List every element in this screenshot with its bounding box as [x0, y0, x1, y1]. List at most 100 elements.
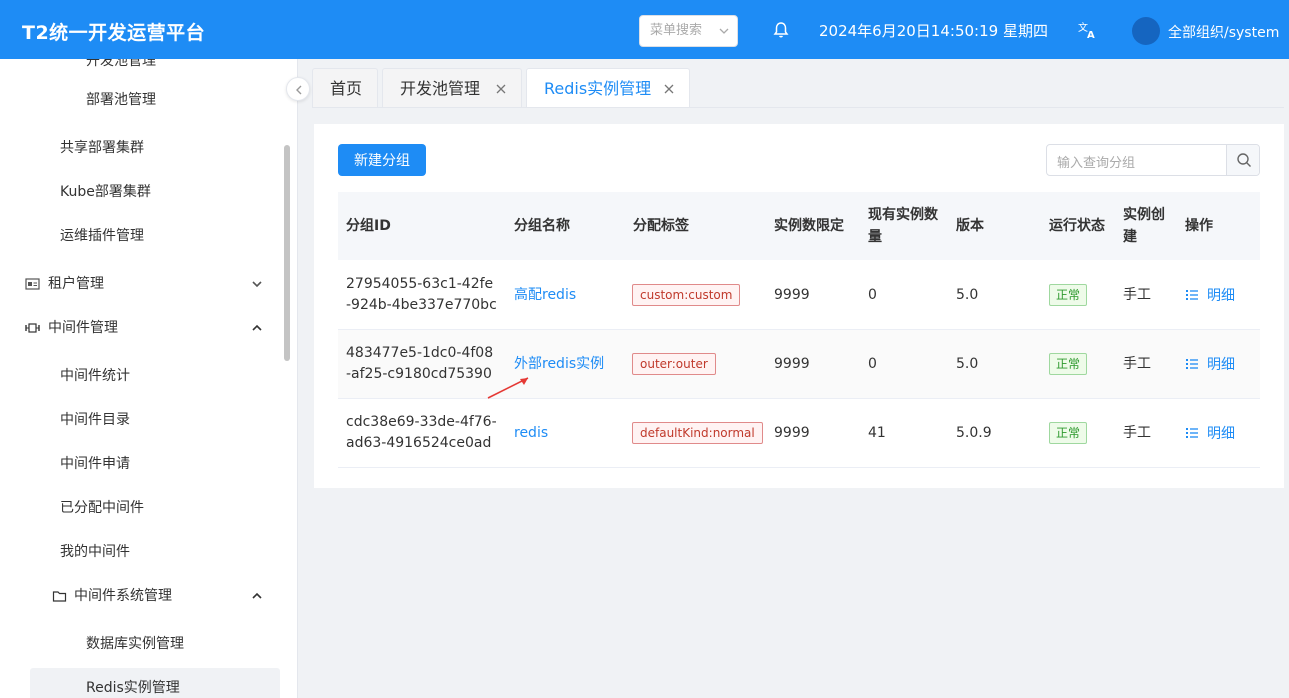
- sidebar-item-label: 中间件目录: [60, 412, 130, 428]
- sidebar-item-my-middleware[interactable]: 我的中间件: [0, 532, 280, 572]
- search-icon: [1237, 153, 1251, 167]
- close-icon[interactable]: [663, 83, 675, 95]
- tab-divider: [312, 107, 1284, 108]
- tab-dev-pool[interactable]: 开发池管理: [382, 68, 522, 108]
- table-row: 27954055-63c1-42fe-924b-4be337e770bc 高配r…: [338, 261, 1260, 330]
- group-search[interactable]: 输入查询分组: [1046, 144, 1260, 176]
- search-button[interactable]: [1226, 145, 1259, 175]
- tab-home[interactable]: 首页: [312, 68, 378, 108]
- sidebar-item-middleware-catalog[interactable]: 中间件目录: [0, 400, 280, 440]
- chevron-up-icon: [252, 592, 262, 599]
- app-title: T2统一开发运营平台: [22, 22, 206, 44]
- sidebar-item-redis-instance[interactable]: Redis实例管理: [30, 668, 280, 698]
- sidebar-item-middleware[interactable]: 中间件管理: [0, 308, 280, 348]
- sidebar-item-label: 开发池管理: [86, 59, 156, 69]
- col-header-id: 分组ID: [346, 218, 391, 234]
- sidebar-item-label: Kube部署集群: [60, 184, 151, 200]
- sidebar-item-dev-pool[interactable]: 开发池管理: [0, 59, 280, 81]
- sidebar-item-middleware-system[interactable]: 中间件系统管理: [0, 576, 280, 616]
- sidebar-item-label: 中间件管理: [48, 320, 118, 336]
- detail-label: 明细: [1207, 357, 1235, 373]
- table-header: 分组ID 分组名称 分配标签 实例数限定 现有实例数量 版本 运行状态 实例创建…: [338, 192, 1260, 260]
- cell-limit: 9999: [774, 356, 810, 372]
- current-datetime: 2024年6月20日14:50:19 星期四: [819, 22, 1048, 40]
- sidebar-item-shared-cluster[interactable]: 共享部署集群: [0, 128, 280, 168]
- detail-label: 明细: [1207, 288, 1235, 304]
- sidebar-item-ops-plugin[interactable]: 运维插件管理: [0, 216, 280, 256]
- list-icon: [1186, 428, 1198, 438]
- col-header-count: 现有实例数量: [868, 207, 938, 245]
- table-row: cdc38e69-33de-4f76-ad63-4916524ce0ad red…: [338, 399, 1260, 468]
- col-header-create: 实例创建: [1123, 207, 1165, 245]
- table-row: 483477e5-1dc0-4f08-af25-c9180cd75390 外部r…: [338, 330, 1260, 399]
- col-header-name: 分组名称: [514, 218, 570, 234]
- cell-version: 5.0: [956, 356, 979, 372]
- cell-limit: 9999: [774, 425, 810, 441]
- cell-limit: 9999: [774, 287, 810, 303]
- detail-button[interactable]: 明细: [1185, 285, 1245, 306]
- sidebar-item-label: 我的中间件: [60, 544, 130, 560]
- sidebar-item-label: 部署池管理: [86, 92, 156, 108]
- menu-search-select[interactable]: 菜单搜索: [639, 15, 738, 47]
- sidebar-item-kube-cluster[interactable]: Kube部署集群: [0, 172, 280, 212]
- detail-label: 明细: [1207, 426, 1235, 442]
- sidebar-item-label: 已分配中间件: [60, 500, 144, 516]
- cell-create: 手工: [1123, 287, 1151, 303]
- sidebar-item-label: Redis实例管理: [86, 680, 180, 696]
- status-badge: 正常: [1049, 422, 1088, 444]
- sidebar-item-tenant[interactable]: 租户管理: [0, 264, 280, 304]
- cell-group-id: 27954055-63c1-42fe-924b-4be337e770bc: [346, 276, 497, 313]
- tab-label: 首页: [330, 79, 363, 98]
- cell-group-name-link[interactable]: 高配redis: [514, 285, 576, 306]
- cell-count: 41: [868, 425, 886, 441]
- new-group-button[interactable]: 新建分组: [338, 144, 426, 176]
- sidebar-item-deploy-pool[interactable]: 部署池管理: [0, 80, 280, 120]
- col-header-tag: 分配标签: [633, 218, 689, 234]
- translate-icon[interactable]: 文A: [1077, 20, 1097, 40]
- folder-icon: [52, 591, 67, 602]
- chevron-down-icon: [719, 28, 729, 34]
- sidebar-item-allocated-middleware[interactable]: 已分配中间件: [0, 488, 280, 528]
- list-icon: [1186, 290, 1198, 300]
- status-badge: 正常: [1049, 353, 1088, 375]
- sidebar-item-db-instance[interactable]: 数据库实例管理: [0, 624, 280, 664]
- cell-group-name-link[interactable]: redis: [514, 423, 548, 444]
- sidebar-item-label: 租户管理: [48, 276, 104, 292]
- avatar[interactable]: [1132, 17, 1160, 45]
- col-header-op: 操作: [1185, 218, 1213, 234]
- list-icon: [1186, 359, 1198, 369]
- sidebar-item-label: 中间件系统管理: [74, 588, 172, 604]
- close-icon[interactable]: [495, 83, 507, 95]
- chevron-up-icon: [252, 324, 262, 331]
- cell-create: 手工: [1123, 356, 1151, 372]
- col-header-limit: 实例数限定: [774, 218, 844, 234]
- menu-search-placeholder: 菜单搜索: [650, 23, 703, 38]
- sidebar-item-label: 共享部署集群: [60, 140, 144, 156]
- chevron-left-icon: [296, 85, 302, 95]
- sidebar-item-middleware-stats[interactable]: 中间件统计: [0, 356, 280, 396]
- user-org-label[interactable]: 全部组织/system: [1168, 22, 1279, 42]
- cell-tag: outer:outer: [632, 353, 716, 375]
- cell-tag: custom:custom: [632, 284, 741, 306]
- main-card: 新建分组 输入查询分组 分组ID 分组名称 分配标签 实例数限定 现有实例数量 …: [314, 124, 1284, 488]
- top-header: T2统一开发运营平台 菜单搜索 2024年6月20日14:50:19 星期四 文…: [0, 0, 1289, 59]
- cell-create: 手工: [1123, 425, 1151, 441]
- tab-redis-instance[interactable]: Redis实例管理: [526, 68, 690, 108]
- detail-button[interactable]: 明细: [1185, 354, 1245, 375]
- sidebar-item-label: 数据库实例管理: [86, 636, 184, 652]
- sidebar-item-label: 中间件申请: [60, 456, 130, 472]
- col-header-status: 运行状态: [1049, 218, 1105, 234]
- group-search-input[interactable]: 输入查询分组: [1057, 152, 1135, 171]
- sidebar-item-middleware-request[interactable]: 中间件申请: [0, 444, 280, 484]
- sidebar-collapse-button[interactable]: [286, 77, 310, 101]
- cell-count: 0: [868, 287, 877, 303]
- bell-icon[interactable]: [772, 21, 790, 39]
- cell-tag: defaultKind:normal: [632, 422, 763, 444]
- cell-version: 5.0: [956, 287, 979, 303]
- sidebar-scrollbar[interactable]: [284, 145, 290, 361]
- cell-count: 0: [868, 356, 877, 372]
- annotation-arrow-icon: [487, 377, 529, 399]
- sidebar-item-label: 运维插件管理: [60, 228, 144, 244]
- detail-button[interactable]: 明细: [1185, 423, 1245, 444]
- middleware-icon: [25, 323, 40, 333]
